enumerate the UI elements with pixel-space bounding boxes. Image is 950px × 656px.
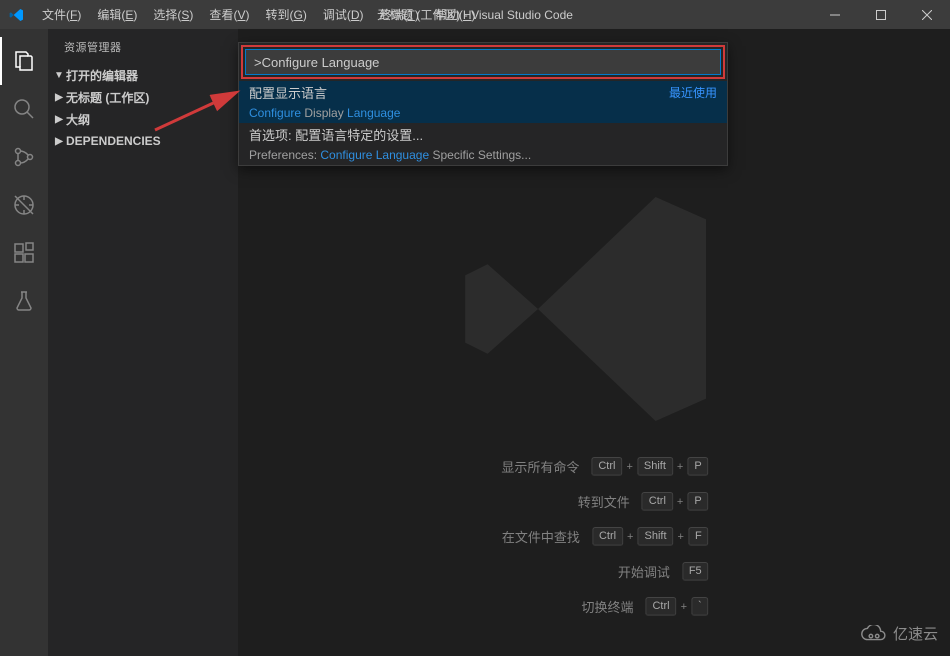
chevron-down-icon: ▼ bbox=[52, 70, 66, 81]
key: ` bbox=[691, 597, 709, 616]
shortcut-keys: Ctrl+Shift+F bbox=[592, 527, 709, 546]
chevron-right-icon: ▶ bbox=[52, 92, 66, 103]
menu-edit[interactable]: 编辑(E) bbox=[89, 6, 145, 23]
section-label: 大纲 bbox=[66, 111, 90, 128]
app-icon bbox=[0, 0, 34, 29]
key: Ctrl bbox=[591, 457, 622, 476]
key: Ctrl bbox=[642, 492, 673, 511]
window-controls bbox=[812, 0, 950, 29]
key: Shift bbox=[637, 457, 673, 476]
explorer-icon[interactable] bbox=[0, 37, 48, 85]
command-palette: 配置显示语言 最近使用 Configure Display Language 首… bbox=[238, 42, 728, 166]
key: P bbox=[687, 457, 708, 476]
section-dependencies[interactable]: ▶DEPENDENCIES bbox=[48, 130, 238, 152]
key: Ctrl bbox=[645, 597, 676, 616]
palette-item-configure-display-language[interactable]: 配置显示语言 最近使用 bbox=[239, 81, 727, 103]
section-open-editors[interactable]: ▼打开的编辑器 bbox=[48, 64, 238, 86]
chevron-right-icon: ▶ bbox=[52, 114, 66, 125]
test-icon[interactable] bbox=[0, 277, 48, 325]
shortcut-row: 开始调试 F5 bbox=[479, 562, 708, 581]
palette-item-preferences-language-settings[interactable]: 首选项: 配置语言特定的设置... bbox=[239, 123, 727, 145]
palette-item-configure-display-language-en[interactable]: Configure Display Language bbox=[239, 103, 727, 123]
section-label: DEPENDENCIES bbox=[66, 134, 161, 148]
search-icon[interactable] bbox=[0, 85, 48, 133]
shortcut-label: 转到文件 bbox=[530, 492, 630, 511]
palette-item-sublabel: Configure Display Language bbox=[249, 106, 400, 120]
section-label: 打开的编辑器 bbox=[66, 67, 138, 84]
shortcut-keys: Ctrl+` bbox=[645, 597, 708, 616]
command-palette-list: 配置显示语言 最近使用 Configure Display Language 首… bbox=[239, 81, 727, 165]
shortcut-keys: F5 bbox=[682, 562, 709, 581]
chevron-right-icon: ▶ bbox=[52, 136, 66, 147]
key: F5 bbox=[682, 562, 709, 581]
vscode-watermark-icon bbox=[454, 169, 734, 454]
key: Shift bbox=[637, 527, 673, 546]
shortcut-row: 在文件中查找 Ctrl+Shift+F bbox=[479, 527, 708, 546]
extensions-icon[interactable] bbox=[0, 229, 48, 277]
key: Ctrl bbox=[592, 527, 623, 546]
palette-item-label: 配置显示语言 bbox=[249, 83, 669, 102]
close-button[interactable] bbox=[904, 0, 950, 29]
maximize-button[interactable] bbox=[858, 0, 904, 29]
palette-item-label: 首选项: 配置语言特定的设置... bbox=[249, 125, 717, 144]
palette-item-preferences-language-settings-en[interactable]: Preferences: Configure Language Specific… bbox=[239, 145, 727, 165]
shortcut-keys: Ctrl+P bbox=[642, 492, 709, 511]
window-title: 无标题 (工作区) - Visual Studio Code bbox=[377, 6, 573, 23]
menu-debug[interactable]: 调试(D) bbox=[315, 6, 372, 23]
palette-item-sublabel: Preferences: Configure Language Specific… bbox=[249, 148, 531, 162]
shortcut-keys: Ctrl+Shift+P bbox=[591, 457, 708, 476]
minimize-button[interactable] bbox=[812, 0, 858, 29]
key: P bbox=[687, 492, 708, 511]
brand-watermark-text: 亿速云 bbox=[893, 623, 938, 644]
shortcut-row: 显示所有命令 Ctrl+Shift+P bbox=[479, 457, 708, 476]
shortcut-row: 切换终端 Ctrl+` bbox=[479, 597, 708, 616]
sidebar-title: 资源管理器 bbox=[48, 29, 238, 64]
debug-icon[interactable] bbox=[0, 181, 48, 229]
section-label: 无标题 (工作区) bbox=[66, 89, 149, 106]
menu-view[interactable]: 查看(V) bbox=[201, 6, 257, 23]
activity-bar bbox=[0, 29, 48, 656]
titlebar: 文件(F) 编辑(E) 选择(S) 查看(V) 转到(G) 调试(D) 终端(T… bbox=[0, 0, 950, 29]
welcome-shortcuts: 显示所有命令 Ctrl+Shift+P 转到文件 Ctrl+P 在文件中查找 Ctrl+S… bbox=[479, 457, 708, 616]
shortcut-label: 切换终端 bbox=[533, 597, 633, 616]
section-outline[interactable]: ▶大纲 bbox=[48, 108, 238, 130]
shortcut-label: 开始调试 bbox=[570, 562, 670, 581]
shortcut-row: 转到文件 Ctrl+P bbox=[479, 492, 708, 511]
shortcut-label: 在文件中查找 bbox=[480, 527, 580, 546]
menu-file[interactable]: 文件(F) bbox=[34, 6, 89, 23]
section-workspace[interactable]: ▶无标题 (工作区) bbox=[48, 86, 238, 108]
sidebar: 资源管理器 ▼打开的编辑器 ▶无标题 (工作区) ▶大纲 ▶DEPENDENCI… bbox=[48, 29, 238, 656]
menu-selection[interactable]: 选择(S) bbox=[145, 6, 201, 23]
key: F bbox=[688, 527, 709, 546]
brand-watermark: 亿速云 bbox=[859, 623, 938, 644]
palette-item-recent: 最近使用 bbox=[669, 84, 717, 101]
command-palette-input[interactable] bbox=[245, 49, 721, 75]
menu-go[interactable]: 转到(G) bbox=[257, 6, 314, 23]
source-control-icon[interactable] bbox=[0, 133, 48, 181]
shortcut-label: 显示所有命令 bbox=[479, 457, 579, 476]
